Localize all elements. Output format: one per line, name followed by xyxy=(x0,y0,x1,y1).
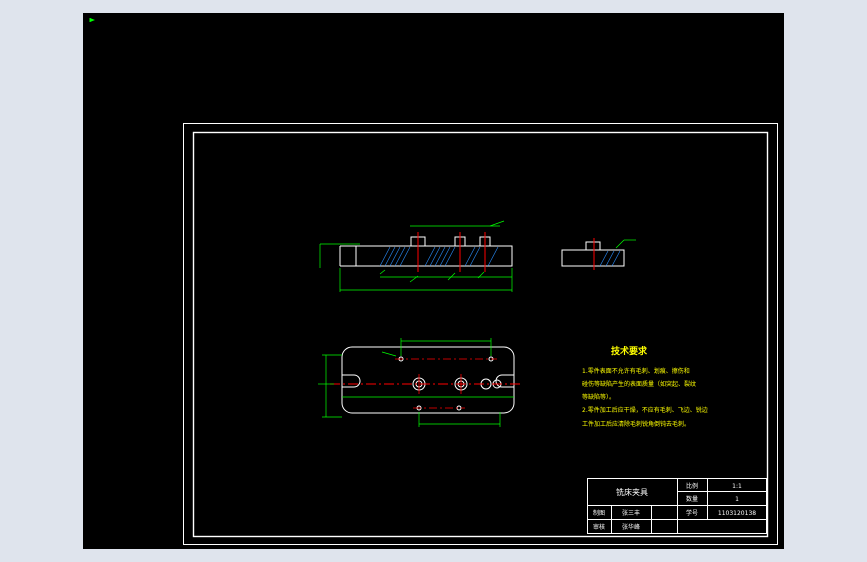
quantity-value: 1 xyxy=(735,496,739,503)
top-view xyxy=(318,338,520,427)
tech-req-line: 碰伤等缺陷产生的表面质量（如突起、裂纹 xyxy=(582,380,696,388)
front-view xyxy=(319,220,513,292)
student-id-value: 1103120138 xyxy=(718,510,756,517)
section-hatch xyxy=(379,246,499,267)
side-view xyxy=(561,238,636,270)
tech-req-line: 工件加工后应清除毛刺锐角倒钝去毛刺。 xyxy=(582,420,690,428)
tech-req-line: 2.零件加工后应干燥，不应有毛刺、飞边、锐边 xyxy=(582,406,708,414)
drawer-label: 制图 xyxy=(593,509,605,517)
tech-req-line: 等缺陷等）。 xyxy=(582,393,615,401)
technical-requirements: 技术要求 1.零件表面不允许有毛刺、划痕、擦伤和 碰伤等缺陷产生的表面质量（如突… xyxy=(582,345,708,428)
drawer-value: 张三丰 xyxy=(622,509,640,517)
reviewer-value: 张华峰 xyxy=(622,523,640,531)
part-name: 铣床夹具 xyxy=(616,487,648,497)
inner-frame xyxy=(192,131,769,538)
tech-req-heading: 技术要求 xyxy=(611,345,648,357)
ucs-corner-icon xyxy=(89,18,95,22)
tech-req-line: 1.零件表面不允许有毛刺、划痕、擦伤和 xyxy=(582,367,690,375)
front-view-dimensions xyxy=(319,220,513,292)
outer-frame xyxy=(183,123,778,545)
reviewer-label: 审核 xyxy=(593,523,605,531)
scale-label: 比例 xyxy=(686,482,698,490)
student-id-label: 学号 xyxy=(686,509,698,517)
drawing-canvas[interactable]: 技术要求 1.零件表面不允许有毛刺、划痕、擦伤和 碰伤等缺陷产生的表面质量（如突… xyxy=(0,0,867,562)
scale-value: 1:1 xyxy=(732,483,742,490)
quantity-label: 数量 xyxy=(686,495,698,503)
